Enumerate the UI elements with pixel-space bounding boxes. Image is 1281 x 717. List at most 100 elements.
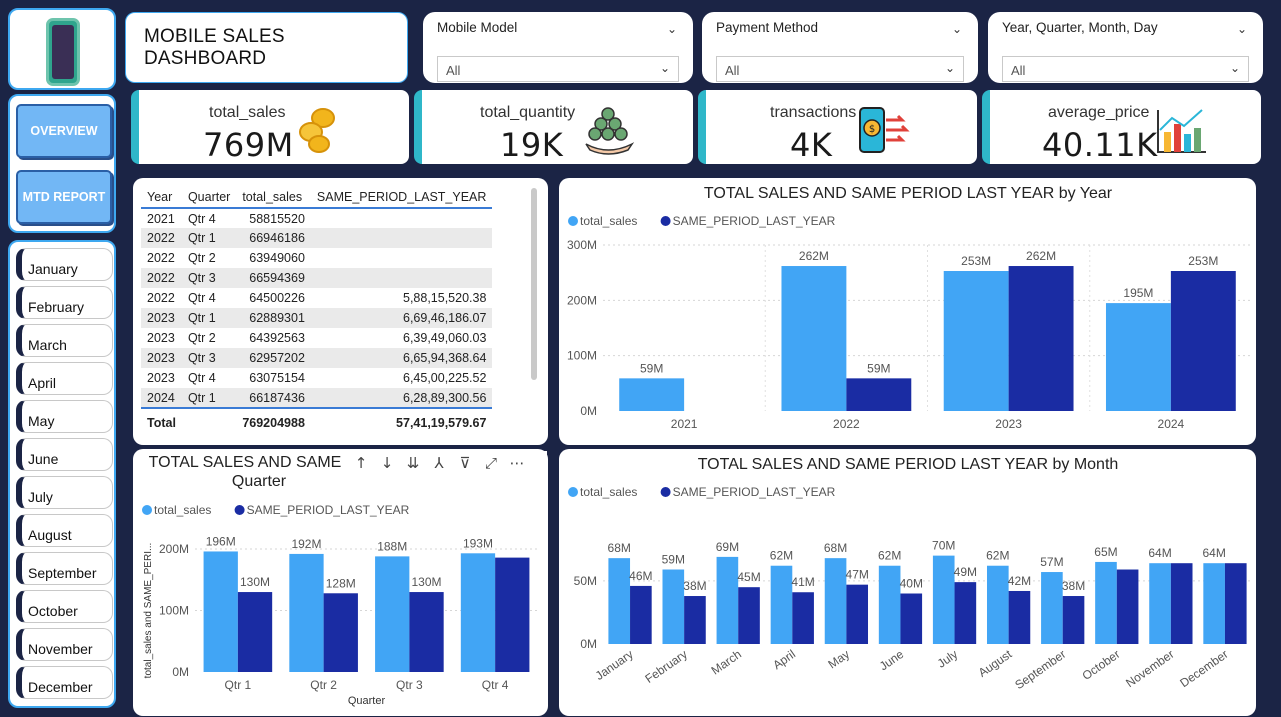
sort-descending-icon: ↓ [381,454,394,472]
legend-label: total_sales [154,503,211,517]
bar-same-period-last-year [409,592,444,672]
kpi-label: total_sales [209,104,286,121]
slicer-dropdown[interactable]: All ⌄ [1002,56,1249,82]
data-label: 128M [326,576,356,590]
chevron-down-icon[interactable]: ⌄ [945,61,955,75]
bar-total-sales [986,565,1009,644]
slicer-date-hierarchy[interactable]: Year, Quarter, Month, Day ⌄ All ⌄ [988,12,1263,83]
month-button-august[interactable]: August [16,514,113,547]
mtd-report-button[interactable]: MTD REPORT [16,170,112,224]
data-label: 70M [932,539,955,553]
total-cell-quarter [181,407,237,432]
bar-total-sales [770,565,793,644]
data-label: 69M [716,540,739,554]
month-button-november[interactable]: November [16,628,113,661]
cell-year: 2023 [141,348,182,368]
month-button-september[interactable]: September [16,552,113,585]
cell-quarter: Qtr 1 [181,308,237,328]
bar-total-sales [608,558,631,644]
month-button-january[interactable]: January [16,248,113,281]
slicer-payment-method[interactable]: Payment Method ⌄ All ⌄ [702,12,978,83]
chevron-down-icon[interactable]: ⌄ [1230,61,1240,75]
bar-same-period-last-year [1008,590,1031,644]
cell-quarter: Qtr 2 [187,331,216,345]
chart-title: TOTAL SALES AND SAME PERIOD LAST YEAR by… [698,456,1119,473]
legend-marker [142,505,152,515]
x-tick-label: 2024 [1158,417,1185,431]
bar-total-sales [1105,303,1171,411]
kpi-total-sales: total_sales 769M [131,90,409,164]
kpi-average-price: average_price 40.11K [982,90,1261,164]
table-row[interactable]: 2024 Qtr 1 66187436 6,28,89,300.56 [141,388,493,408]
bar-total-sales [1041,572,1063,644]
data-label: 64M [1202,546,1225,560]
bar-same-period-last-year [846,378,912,411]
table-total-row: Total 769204988 57,41,19,579.67 [141,407,493,432]
table-row[interactable]: 2022 Qtr 3 66594369 [141,268,493,288]
table-scrollbar[interactable] [531,188,537,380]
chevron-down-icon[interactable]: ⌄ [952,22,962,36]
data-label: 38M [683,579,706,593]
table-row[interactable]: 2022 Qtr 4 64500226 5,88,15,520.38 [141,288,492,308]
bar-same-period-last-year [900,593,923,644]
month-button-june[interactable]: June [16,438,113,471]
chevron-down-icon[interactable]: ⌄ [660,61,670,75]
month-button-july[interactable]: July [16,476,113,509]
data-label: 62M [770,549,793,563]
month-button-march[interactable]: March [16,324,113,357]
table-row[interactable]: 2023 Qtr 1 62889301 6,69,46,186.07 [141,308,493,328]
column-header-same-period[interactable]: SAME_PERIOD_LAST_YEAR [310,186,493,209]
table-row[interactable]: 2022 Qtr 1 66946186 [141,228,493,248]
bar-total-sales [375,556,410,672]
bar-total-sales [203,551,238,672]
bar-same-period-last-year [738,587,760,644]
bar-same-period-last-year [495,557,530,672]
table-row[interactable]: 2023 Qtr 3 62957202 6,65,94,368.64 [141,348,493,368]
table-row[interactable]: 2023 Qtr 4 63075154 6,45,00,225.52 [141,368,492,388]
overview-button[interactable]: OVERVIEW [16,104,112,158]
chevron-down-icon[interactable]: ⌄ [667,22,677,36]
month-button-october[interactable]: October [16,590,113,623]
cell-same-period: 6,39,49,060.03 [403,331,487,345]
cell-year: 2022 [141,268,182,288]
month-button-april[interactable]: April [16,362,113,395]
slicer-value: All [1011,63,1026,78]
x-tick-label: July [935,647,961,671]
cell-same-period: 6,45,00,225.52 [403,371,487,385]
x-tick-label: 2023 [995,417,1022,431]
mobile-phone-icon [46,18,80,86]
month-button-february[interactable]: February [16,286,113,319]
cell-same-period: 5,88,15,520.38 [403,291,487,305]
chart-svg: TOTAL SALES AND SAME Quarter total_sales SA… [142,451,547,707]
slicer-dropdown[interactable]: All ⌄ [437,56,679,82]
page-title-text: MOBILE SALES DASHBOARD [144,25,285,69]
legend-marker [568,216,578,226]
slicer-dropdown[interactable]: All ⌄ [716,56,964,82]
kpi-label: total_quantity [480,104,576,121]
data-label: 262M [799,249,829,263]
cell-quarter: Qtr 3 [181,348,237,368]
x-tick-label: January [593,647,636,683]
column-header-year[interactable]: Year [141,186,182,209]
cell-total-sales: 66187436 [236,388,311,408]
data-label: 47M [846,568,869,582]
y-tick-label: 100M [159,604,189,618]
chart-title-line2: Quarter [232,473,287,490]
cell-total-sales: 63075154 [249,371,305,385]
slicer-mobile-model[interactable]: Mobile Model ⌄ All ⌄ [423,12,693,83]
data-label: 62M [986,549,1009,563]
table-row[interactable]: 2021 Qtr 4 58815520 [141,208,492,228]
cell-total-sales: 63949060 [249,251,305,265]
month-button-december[interactable]: December [16,666,113,699]
column-header-quarter[interactable]: Quarter [181,186,237,209]
month-button-may[interactable]: May [16,400,113,433]
column-header-total-sales[interactable]: total_sales [236,186,311,209]
y-tick-label: 0M [172,665,189,679]
cell-total-sales: 62957202 [236,348,311,368]
y-tick-label: 100M [567,349,597,363]
legend-label: total_sales [580,485,637,499]
bar-total-sales [932,555,955,644]
table-row[interactable]: 2022 Qtr 2 63949060 [141,248,492,268]
chevron-down-icon[interactable]: ⌄ [1237,22,1247,36]
table-row[interactable]: 2023 Qtr 2 64392563 6,39,49,060.03 [141,328,492,348]
